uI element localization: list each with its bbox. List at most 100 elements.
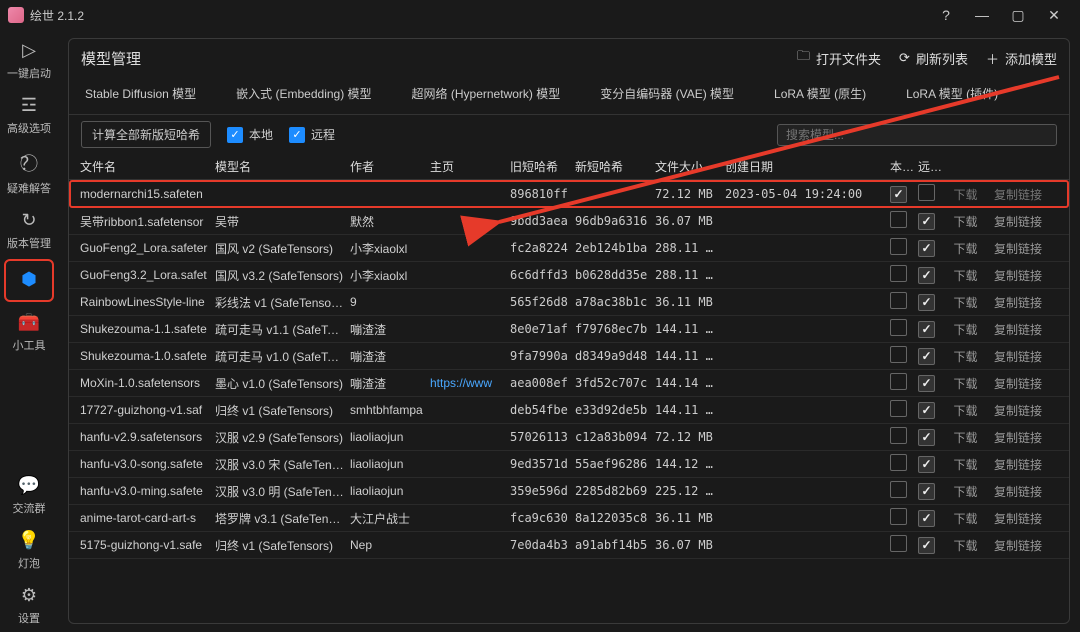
- sidebar-item-version[interactable]: ↻版本管理: [0, 202, 58, 257]
- table-row[interactable]: hanfu-v2.9.safetensors汉服 v2.9 (SafeTenso…: [69, 424, 1069, 451]
- download-button[interactable]: 下载: [943, 429, 988, 446]
- copy-link-button[interactable]: 复制链接: [988, 348, 1048, 365]
- download-button[interactable]: 下载: [943, 294, 988, 311]
- cell-remote[interactable]: [915, 375, 943, 392]
- table-row[interactable]: GuoFeng2_Lora.safeter国风 v2 (SafeTensors)…: [69, 235, 1069, 262]
- copy-link-button[interactable]: 复制链接: [988, 267, 1048, 284]
- cell-local[interactable]: [887, 427, 915, 447]
- table-row[interactable]: hanfu-v3.0-song.safete汉服 v3.0 宋 (SafeTen…: [69, 451, 1069, 478]
- sidebar-item-models[interactable]: ⬢: [4, 259, 54, 302]
- cell-remote[interactable]: [915, 537, 943, 554]
- cell-remote[interactable]: [915, 240, 943, 257]
- maximize-button[interactable]: ▢: [1000, 0, 1036, 30]
- cell-local[interactable]: [887, 292, 915, 312]
- table-row[interactable]: anime-tarot-card-art-s塔罗牌 v3.1 (SafeTens…: [69, 505, 1069, 532]
- sidebar-item-bulb[interactable]: 💡灯泡: [0, 522, 58, 577]
- cell-remote[interactable]: [915, 456, 943, 473]
- download-button[interactable]: 下载: [943, 402, 988, 419]
- col-remote[interactable]: 远程: [915, 158, 943, 175]
- copy-link-button[interactable]: 复制链接: [988, 429, 1048, 446]
- copy-link-button[interactable]: 复制链接: [988, 375, 1048, 392]
- cell-local[interactable]: [887, 400, 915, 420]
- cell-remote[interactable]: [915, 402, 943, 419]
- cell-local[interactable]: [887, 186, 915, 203]
- sidebar-item-launch[interactable]: ▷一键启动: [0, 32, 58, 87]
- copy-link-button[interactable]: 复制链接: [988, 483, 1048, 500]
- refresh-button[interactable]: ⟳刷新列表: [899, 49, 968, 68]
- cell-remote[interactable]: [915, 213, 943, 230]
- local-filter[interactable]: 本地: [227, 126, 273, 143]
- copy-link-button[interactable]: 复制链接: [988, 510, 1048, 527]
- cell-local[interactable]: [887, 454, 915, 474]
- cell-local[interactable]: [887, 346, 915, 366]
- tab-lora-plugin[interactable]: LoRA 模型 (插件): [906, 81, 998, 106]
- download-button[interactable]: 下载: [943, 267, 988, 284]
- cell-local[interactable]: [887, 481, 915, 501]
- col-homepage[interactable]: 主页: [427, 158, 507, 175]
- tab-sd[interactable]: Stable Diffusion 模型: [85, 81, 196, 106]
- table-row[interactable]: Shukezouma-1.1.safete疏可走马 v1.1 (SafeTens…: [69, 316, 1069, 343]
- copy-link-button[interactable]: 复制链接: [988, 537, 1048, 554]
- cell-remote[interactable]: [915, 184, 943, 204]
- col-author[interactable]: 作者: [347, 158, 427, 175]
- sidebar-item-settings[interactable]: ⚙设置: [0, 577, 58, 632]
- copy-link-button[interactable]: 复制链接: [988, 402, 1048, 419]
- table-row[interactable]: RainbowLinesStyle-line彩线法 v1 (SafeTensor…: [69, 289, 1069, 316]
- cell-local[interactable]: [887, 265, 915, 285]
- copy-link-button[interactable]: 复制链接: [988, 240, 1048, 257]
- table-row[interactable]: modernarchi15.safeten896810ff72.12 MB202…: [69, 180, 1069, 208]
- tab-embedding[interactable]: 嵌入式 (Embedding) 模型: [236, 81, 371, 106]
- download-button[interactable]: 下载: [943, 456, 988, 473]
- download-button[interactable]: 下载: [943, 348, 988, 365]
- download-button[interactable]: 下载: [943, 510, 988, 527]
- cell-homepage[interactable]: https://www: [427, 376, 507, 390]
- table-row[interactable]: hanfu-v3.0-ming.safete汉服 v3.0 明 (SafeTen…: [69, 478, 1069, 505]
- copy-link-button[interactable]: 复制链接: [988, 186, 1048, 203]
- cell-local[interactable]: [887, 373, 915, 393]
- tab-hypernetwork[interactable]: 超网络 (Hypernetwork) 模型: [412, 81, 561, 106]
- cell-remote[interactable]: [915, 348, 943, 365]
- col-newhash[interactable]: 新短哈希: [572, 158, 652, 175]
- copy-link-button[interactable]: 复制链接: [988, 321, 1048, 338]
- cell-remote[interactable]: [915, 321, 943, 338]
- download-button[interactable]: 下载: [943, 321, 988, 338]
- cell-local[interactable]: [887, 238, 915, 258]
- download-button[interactable]: 下载: [943, 213, 988, 230]
- tab-vae[interactable]: 变分自编码器 (VAE) 模型: [600, 81, 734, 106]
- cell-remote[interactable]: [915, 483, 943, 500]
- sidebar-item-tools[interactable]: 🧰小工具: [0, 304, 58, 359]
- cell-remote[interactable]: [915, 294, 943, 311]
- table-row[interactable]: MoXin-1.0.safetensors墨心 v1.0 (SafeTensor…: [69, 370, 1069, 397]
- table-row[interactable]: GuoFeng3.2_Lora.safet国风 v3.2 (SafeTensor…: [69, 262, 1069, 289]
- table-row[interactable]: 吴带ribbon1.safetensor吴带默然9bdd3aea96db9a63…: [69, 208, 1069, 235]
- close-button[interactable]: ✕: [1036, 0, 1072, 30]
- sidebar-item-faq[interactable]: ？⃝疑难解答: [0, 142, 58, 202]
- cell-local[interactable]: [887, 211, 915, 231]
- table-row[interactable]: 5175-guizhong-v1.safe归终 v1 (SafeTensors)…: [69, 532, 1069, 559]
- search-input[interactable]: [777, 124, 1057, 146]
- col-size[interactable]: 文件大小: [652, 158, 722, 175]
- download-button[interactable]: 下载: [943, 240, 988, 257]
- col-modelname[interactable]: 模型名: [212, 158, 347, 175]
- minimize-button[interactable]: —: [964, 0, 1000, 30]
- download-button[interactable]: 下载: [943, 537, 988, 554]
- col-local[interactable]: 本地: [887, 158, 915, 175]
- remote-filter[interactable]: 远程: [289, 126, 335, 143]
- open-folder-button[interactable]: 🗀打开文件夹: [797, 47, 881, 69]
- copy-link-button[interactable]: 复制链接: [988, 294, 1048, 311]
- calc-hash-button[interactable]: 计算全部新版短哈希: [81, 121, 211, 148]
- col-filename[interactable]: 文件名: [77, 158, 212, 175]
- download-button[interactable]: 下载: [943, 186, 988, 203]
- copy-link-button[interactable]: 复制链接: [988, 213, 1048, 230]
- cell-remote[interactable]: [915, 429, 943, 446]
- cell-remote[interactable]: [915, 510, 943, 527]
- sidebar-item-advanced[interactable]: ☲高级选项: [0, 87, 58, 142]
- col-oldhash[interactable]: 旧短哈希: [507, 158, 572, 175]
- table-row[interactable]: 17727-guizhong-v1.saf归终 v1 (SafeTensors)…: [69, 397, 1069, 424]
- cell-local[interactable]: [887, 535, 915, 555]
- copy-link-button[interactable]: 复制链接: [988, 456, 1048, 473]
- download-button[interactable]: 下载: [943, 483, 988, 500]
- tab-lora-native[interactable]: LoRA 模型 (原生): [774, 81, 866, 106]
- download-button[interactable]: 下载: [943, 375, 988, 392]
- cell-remote[interactable]: [915, 267, 943, 284]
